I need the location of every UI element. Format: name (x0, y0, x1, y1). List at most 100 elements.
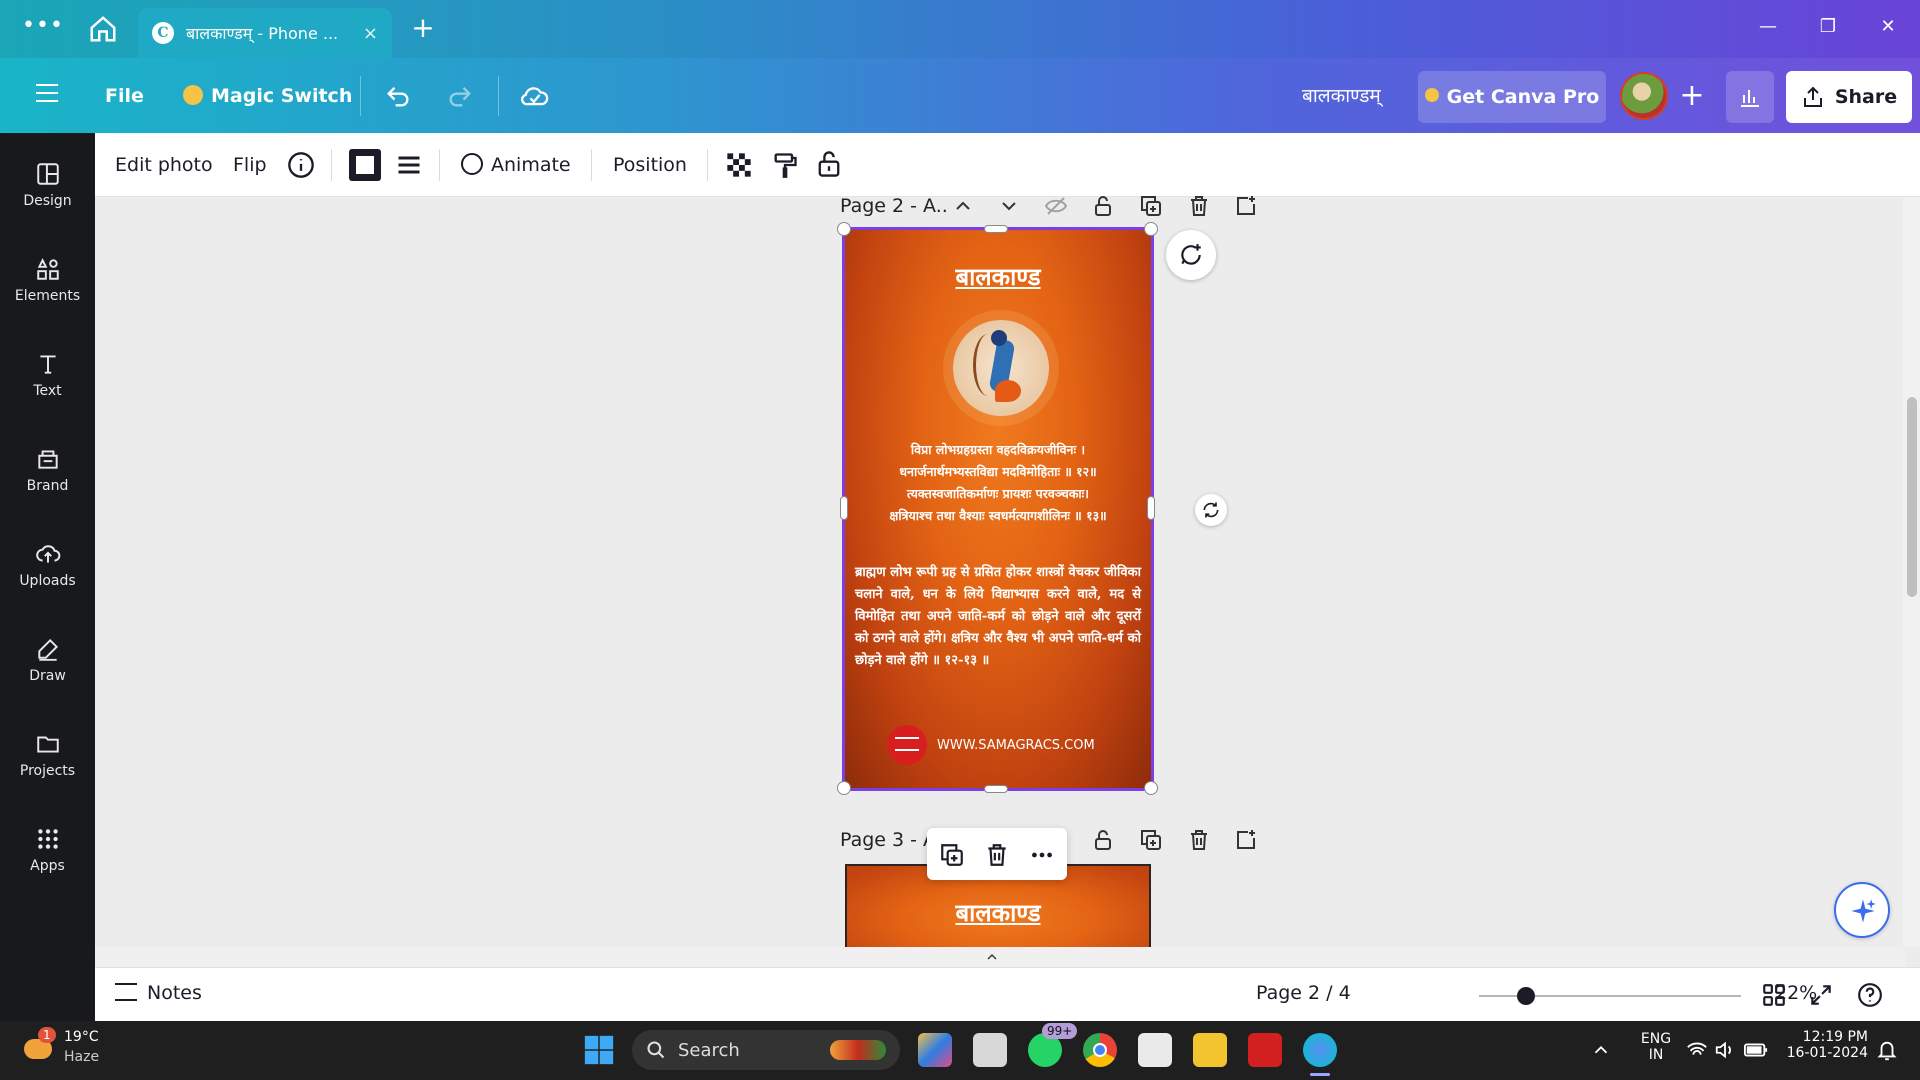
acrobat-icon[interactable] (1248, 1033, 1282, 1067)
window-minimize-button[interactable]: — (1748, 12, 1788, 42)
sidebar-item-uploads[interactable]: Uploads (0, 531, 95, 611)
design-page-2[interactable]: बालकाण्ड विप्रा लोभग्रहग्रस्ता वहदविक्रय… (842, 227, 1154, 791)
canva-app-icon[interactable] (1303, 1033, 1337, 1067)
resize-handle-right[interactable] (1147, 496, 1155, 520)
zoom-slider-knob[interactable] (1517, 987, 1536, 1005)
cloud-saved-icon[interactable] (520, 82, 550, 110)
border-style-button[interactable] (349, 149, 381, 181)
chevron-up-icon[interactable] (951, 194, 975, 218)
whatsapp-icon[interactable]: 99+ (1028, 1023, 1078, 1067)
page-title[interactable]: बालकाण्ड (847, 896, 1149, 929)
user-avatar[interactable] (1620, 72, 1668, 120)
main-menu-icon[interactable] (36, 84, 58, 104)
file-explorer-icon[interactable] (1193, 1033, 1227, 1067)
redo-icon[interactable] (446, 82, 474, 110)
delete-page-icon[interactable] (1187, 828, 1211, 852)
tab-close-icon[interactable]: × (363, 23, 378, 44)
horizontal-scrollbar[interactable] (95, 947, 1905, 967)
border-weight-icon[interactable] (395, 151, 423, 179)
hindi-translation[interactable]: ब्राह्मण लोभ रूपी ग्रह से ग्रसित होकर शा… (855, 562, 1141, 672)
sidebar-item-draw[interactable]: Draw (0, 626, 95, 706)
resize-handle-top[interactable] (984, 225, 1008, 233)
sidebar-item-elements[interactable]: Elements (0, 246, 95, 326)
sidebar-item-apps[interactable]: Apps (0, 816, 95, 896)
position-button[interactable]: Position (613, 145, 687, 185)
trash-icon[interactable] (984, 842, 1010, 868)
page-title[interactable]: बालकाण्ड (845, 260, 1151, 293)
window-restore-button[interactable]: ❐ (1808, 12, 1848, 42)
home-icon[interactable] (88, 14, 118, 44)
sidebar-item-text[interactable]: Text (0, 341, 95, 421)
app-icon-snipping[interactable] (1138, 1033, 1172, 1067)
add-collaborator-button[interactable]: + (1672, 76, 1712, 116)
share-button[interactable]: Share (1786, 71, 1912, 123)
windows-start-icon[interactable] (582, 1033, 616, 1067)
browser-menu-dots-icon[interactable]: ••• (22, 14, 63, 44)
flip-button[interactable]: Flip (233, 145, 267, 185)
magic-assistant-button[interactable] (1834, 882, 1890, 938)
insights-button[interactable] (1726, 71, 1774, 123)
weather-widget[interactable]: 1 (22, 1027, 56, 1065)
taskbar-search[interactable]: Search (632, 1030, 900, 1070)
magic-switch-button[interactable]: Magic Switch (183, 76, 352, 116)
help-icon[interactable] (1857, 982, 1883, 1008)
lock-page-icon[interactable] (1091, 828, 1115, 852)
website-footer[interactable]: WWW.SAMAGRACS.COM (887, 725, 1095, 765)
resize-handle-bottom[interactable] (984, 785, 1008, 793)
animate-button[interactable]: Animate (461, 145, 571, 185)
add-page-icon[interactable] (1234, 828, 1258, 852)
chevron-up-icon[interactable] (1590, 1039, 1612, 1061)
design-title[interactable]: बालकाण्डम् (1302, 76, 1381, 116)
language-indicator[interactable]: ENG IN (1636, 1031, 1676, 1063)
page-2-label[interactable]: Page 2 - A.. (840, 195, 948, 217)
fullscreen-icon[interactable] (1808, 982, 1834, 1008)
duplicate-page-icon[interactable] (1139, 828, 1163, 852)
battery-icon[interactable] (1744, 1041, 1768, 1059)
wifi-icon[interactable] (1686, 1040, 1708, 1060)
resize-handle-bottom-left[interactable] (837, 781, 851, 795)
app-icon-copilot[interactable] (918, 1033, 952, 1067)
sidebar-item-projects[interactable]: Projects (0, 721, 95, 801)
notes-button[interactable]: Notes (115, 982, 202, 1004)
resize-handle-left[interactable] (840, 496, 848, 520)
chevron-up-icon[interactable] (983, 949, 1001, 965)
undo-icon[interactable] (384, 82, 412, 110)
resize-handle-top-left[interactable] (837, 222, 851, 236)
comment-add-button[interactable] (1166, 230, 1216, 280)
edit-photo-button[interactable]: Edit photo (115, 145, 213, 185)
sidebar-item-brand[interactable]: Brand (0, 436, 95, 516)
scrollbar-thumb[interactable] (1907, 397, 1917, 597)
chevron-down-icon[interactable] (997, 194, 1021, 218)
window-close-button[interactable]: ✕ (1868, 12, 1908, 42)
more-options-icon[interactable] (1029, 842, 1055, 868)
resize-handle-top-right[interactable] (1144, 222, 1158, 236)
clock[interactable]: 12:19 PM 16-01-2024 (1786, 1029, 1868, 1061)
paint-roller-icon[interactable] (771, 151, 799, 179)
page-3-label[interactable]: Page 3 - A (840, 829, 936, 851)
add-page-icon[interactable] (1234, 194, 1258, 218)
volume-icon[interactable] (1714, 1040, 1736, 1060)
app-icon-task-view[interactable] (973, 1033, 1007, 1067)
duplicate-page-icon[interactable] (1139, 194, 1163, 218)
info-icon[interactable] (287, 151, 315, 179)
resize-handle-bottom-right[interactable] (1144, 781, 1158, 795)
hide-page-icon[interactable] (1044, 194, 1068, 218)
sidebar-item-design[interactable]: Design (0, 151, 95, 231)
weather-desc[interactable]: Haze (64, 1049, 99, 1065)
weather-temp[interactable]: 19°C (64, 1029, 99, 1045)
rotate-button[interactable] (1195, 494, 1227, 526)
duplicate-icon[interactable] (939, 842, 965, 868)
grid-view-icon[interactable] (1761, 982, 1787, 1008)
file-menu-button[interactable]: File (105, 76, 144, 116)
lock-page-icon[interactable] (1091, 194, 1115, 218)
chrome-icon[interactable] (1083, 1033, 1117, 1067)
new-tab-button[interactable]: + (408, 14, 438, 44)
rama-illustration[interactable] (953, 320, 1049, 416)
sanskrit-shloka[interactable]: विप्रा लोभग्रहग्रस्ता वहदविक्रयजीविनः । … (853, 439, 1143, 527)
vertical-scrollbar[interactable] (1903, 197, 1920, 947)
browser-tab-active[interactable]: C बालकाण्डम् - Phone ... × (138, 8, 392, 58)
delete-page-icon[interactable] (1187, 194, 1211, 218)
notification-settings-icon[interactable] (1876, 1039, 1898, 1061)
lock-icon[interactable] (815, 149, 843, 179)
page-indicator[interactable]: Page 2 / 4 (1256, 982, 1351, 1004)
